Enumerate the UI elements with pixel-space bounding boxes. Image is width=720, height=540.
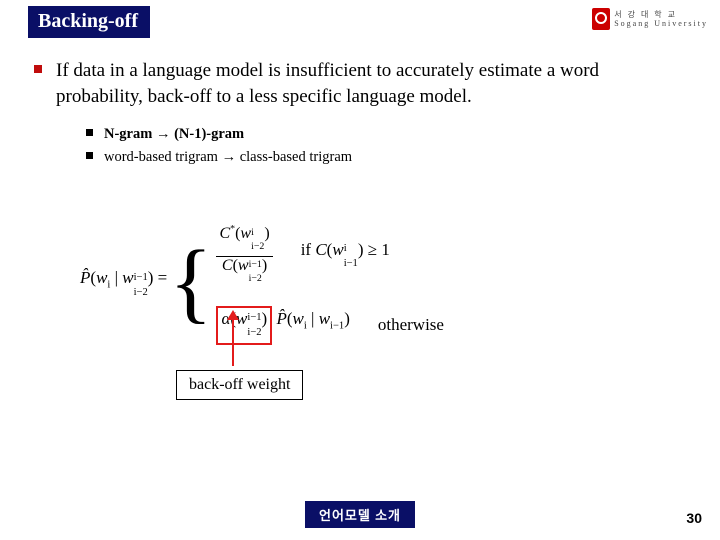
slide-title: Backing-off <box>28 6 150 38</box>
c1d-C: C <box>222 257 233 274</box>
cond1-c: ) ≥ 1 <box>358 240 390 259</box>
sub-bullet-2: word-based trigram → class-based trigram <box>86 146 680 169</box>
sub1-left: N-gram <box>104 126 152 142</box>
brace-icon: { <box>167 238 216 328</box>
sub1-right: (N-1)-gram <box>174 126 244 142</box>
c2a-sub: i−2 <box>247 328 261 337</box>
c2p-im1: i−1 <box>330 320 344 331</box>
lhs-sub: i−2 <box>134 288 148 297</box>
c1n-c: ) <box>264 225 269 242</box>
equation-cases: C*(wii−2) C(wi−1i−2) if C(wii−1) ≥ 1 α(w… <box>216 225 444 345</box>
arrow-icon: → <box>156 126 171 142</box>
c1n-C: C <box>219 225 230 242</box>
lhs-P: P̂ <box>80 268 90 287</box>
c1d-c: ) <box>262 257 267 274</box>
lhs-bar: | <box>110 268 122 287</box>
sub-bullet-1: N-gram → (N-1)-gram <box>86 123 680 146</box>
logo-line1: 서 강 대 학 교 <box>614 10 708 19</box>
c1d-w: w <box>238 257 249 274</box>
c2-P: P̂ <box>276 309 286 328</box>
c1d-sup: i−1 <box>249 261 262 270</box>
slide-body: If data in a language model is insuffici… <box>34 58 680 170</box>
c1n-w: w <box>240 225 251 242</box>
logo-badge-icon <box>592 8 610 30</box>
cond1-C: C <box>315 240 326 259</box>
c1n-sub: i−2 <box>251 243 264 252</box>
main-bullet-text: If data in a language model is insuffici… <box>56 60 599 107</box>
callout-arrow-icon <box>232 312 234 366</box>
footer-title: 언어모델 소개 <box>305 501 415 528</box>
main-bullet: If data in a language model is insuffici… <box>34 58 680 170</box>
c2a-sup: i−1 <box>247 313 261 322</box>
c2a-c: ) <box>262 309 268 328</box>
page-number: 30 <box>686 510 702 526</box>
cond1-w: w <box>332 240 343 259</box>
equation-lhs: P̂(wi | wi−1i−2) = <box>80 268 167 301</box>
lhs-close: ) = <box>148 268 168 287</box>
condition-2: otherwise <box>378 315 444 335</box>
cond1-sub: i−1 <box>344 259 358 268</box>
case1-fraction: C*(wii−2) C(wi−1i−2) <box>216 225 272 288</box>
c2p-c: ) <box>344 309 350 328</box>
cond1-sup: i <box>344 244 358 253</box>
lhs-w2: w <box>122 268 133 287</box>
case-1: C*(wii−2) C(wi−1i−2) if C(wii−1) ≥ 1 <box>216 225 444 288</box>
backoff-weight-label: back-off weight <box>176 370 303 400</box>
logo-text: 서 강 대 학 교 Sogang University <box>614 10 708 28</box>
c2p-w2: w <box>319 309 330 328</box>
condition-1: if C(wii−1) ≥ 1 <box>301 240 390 273</box>
cond1-if: if <box>301 240 316 259</box>
lhs-sup: i−1 <box>134 273 148 282</box>
c2p-w: w <box>293 309 304 328</box>
c1n-sup: i <box>251 229 264 238</box>
case-2: α(wi−1i−2) P̂(wi | wi−1) otherwise <box>216 306 444 345</box>
equation-block: P̂(wi | wi−1i−2) = { C*(wii−2) C(wi−1i−2… <box>80 225 640 345</box>
c1d-sub: i−2 <box>249 275 262 284</box>
lhs-w: w <box>96 268 107 287</box>
logo-line2: Sogang University <box>614 19 708 28</box>
university-logo: 서 강 대 학 교 Sogang University <box>592 8 708 30</box>
alpha-redbox: α(wi−1i−2) <box>216 306 272 345</box>
c2p-bar: | <box>307 309 319 328</box>
